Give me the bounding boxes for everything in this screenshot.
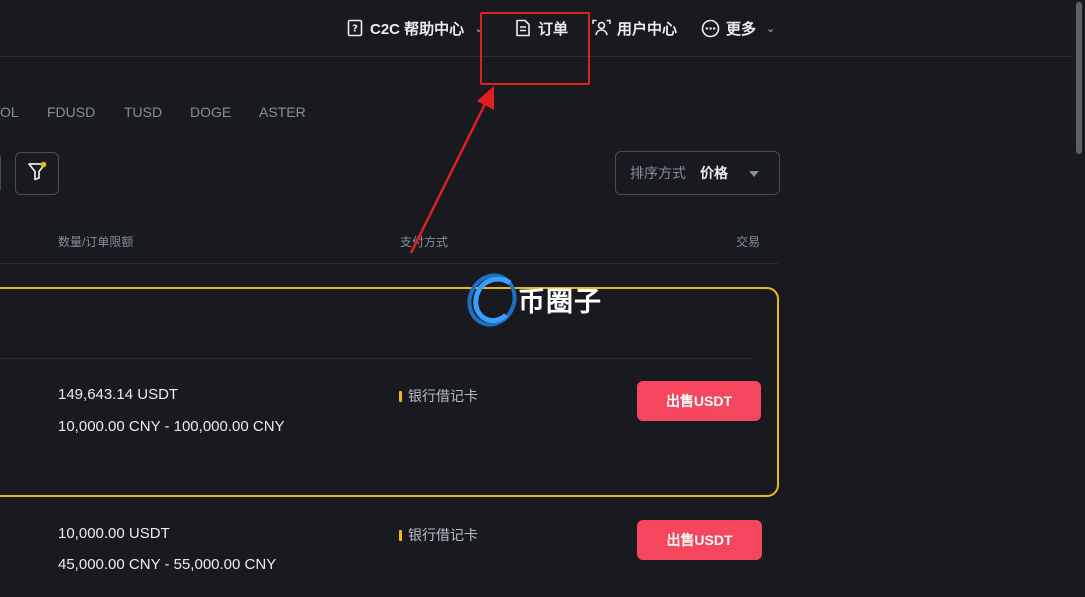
- scrollbar-thumb[interactable]: [1076, 2, 1082, 154]
- page-scrollbar[interactable]: [1073, 0, 1085, 597]
- column-header-payment: 支付方式: [400, 235, 449, 249]
- offer-limit: 10,000.00 CNY - 100,000.00 CNY: [58, 418, 285, 435]
- coin-tab-aster[interactable]: ASTER: [259, 104, 306, 120]
- sort-label: 排序方式: [630, 165, 686, 181]
- filter-icon: [26, 160, 48, 187]
- payment-method-label: 银行借记卡: [408, 388, 478, 404]
- amount-filter-input[interactable]: [0, 152, 1, 194]
- nav-label: 更多: [726, 20, 757, 38]
- sell-usdt-button[interactable]: 出售USDT: [637, 520, 762, 560]
- coin-tab-sol[interactable]: OL: [0, 104, 19, 120]
- watermark-logo-icon: [467, 273, 517, 327]
- nav-label: 用户中心: [617, 20, 678, 38]
- offer-quantity: 149,643.14 USDT: [58, 386, 179, 403]
- nav-more[interactable]: 更多 ⌄: [701, 16, 775, 40]
- offer-quantity: 10,000.00 USDT: [58, 525, 170, 542]
- payment-color-bar: [399, 390, 402, 402]
- payment-method: 银行借记卡: [399, 525, 478, 545]
- header-divider: [0, 263, 778, 264]
- user-center-icon: [592, 19, 611, 37]
- coin-tab-tusd[interactable]: TUSD: [124, 104, 162, 120]
- nav-c2c-help-center[interactable]: ? C2C 帮助中心 ⌄: [346, 16, 483, 40]
- nav-user-center[interactable]: 用户中心: [592, 16, 677, 40]
- payment-color-bar: [399, 529, 402, 541]
- column-header-trade: 交易: [736, 235, 761, 249]
- sell-usdt-button[interactable]: 出售USDT: [637, 381, 761, 421]
- annotation-highlight-box: [480, 12, 590, 85]
- payment-method-label: 银行借记卡: [408, 527, 478, 543]
- offer-limit: 45,000.00 CNY - 55,000.00 CNY: [58, 556, 277, 573]
- payment-method: 银行借记卡: [399, 386, 478, 406]
- watermark-text: 币圈子: [518, 287, 602, 318]
- caret-down-icon: [749, 171, 759, 177]
- sort-select[interactable]: 排序方式 价格: [615, 151, 780, 195]
- card-divider: [0, 358, 751, 359]
- nav-label: C2C 帮助中心: [370, 20, 465, 38]
- chevron-down-icon: ⌄: [766, 22, 776, 35]
- column-header-amount: 数量/订单限额: [58, 235, 134, 249]
- sort-value: 价格: [700, 165, 728, 181]
- svg-text:?: ?: [352, 24, 358, 35]
- filter-button[interactable]: [15, 152, 59, 195]
- more-icon: [701, 19, 720, 38]
- coin-tab-fdusd[interactable]: FDUSD: [47, 104, 95, 120]
- watermark-logo: 币圈子: [466, 269, 616, 329]
- help-doc-icon: ?: [346, 19, 364, 37]
- coin-tab-doge[interactable]: DOGE: [190, 104, 231, 120]
